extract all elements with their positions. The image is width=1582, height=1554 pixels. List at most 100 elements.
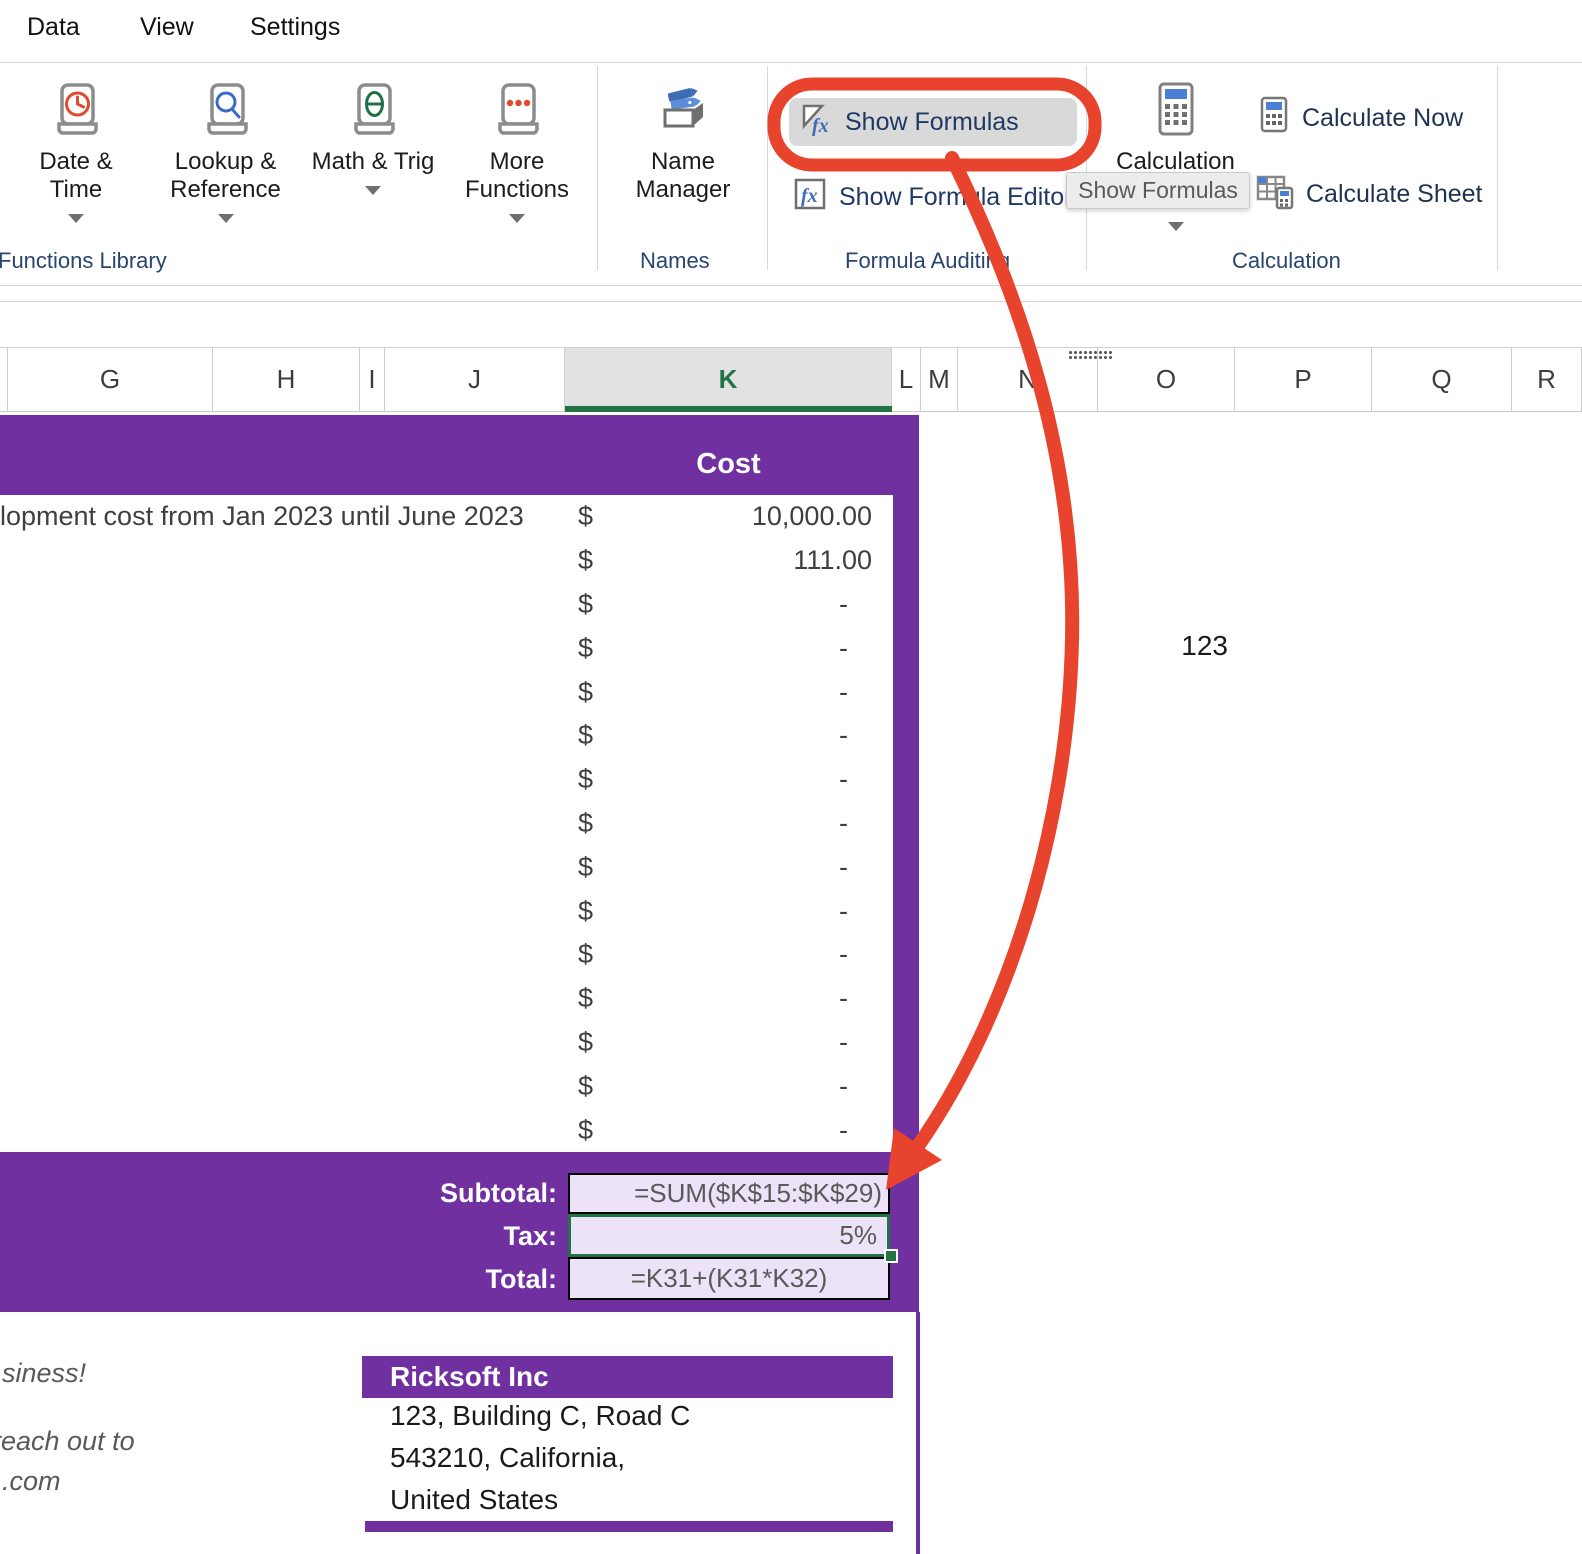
formula-editor-icon: fx [793, 177, 827, 218]
cost-table-row[interactable]: $- [0, 1021, 893, 1065]
show-formula-editor-label: Show Formula Editor [839, 183, 1072, 212]
tax-value-cell[interactable]: 5% [568, 1214, 890, 1257]
column-header-P[interactable]: P [1235, 348, 1372, 411]
column-header-O[interactable]: O [1098, 348, 1235, 411]
book-search-icon [203, 82, 249, 140]
group-label-functions-library: Functions Library [0, 248, 167, 274]
calculate-sheet-icon [1256, 172, 1294, 217]
cost-table-row[interactable]: $- [0, 670, 893, 714]
column-header-G[interactable]: G [8, 348, 213, 411]
contact-note: reach out to [0, 1426, 135, 1457]
cost-amount: - [600, 1064, 848, 1108]
cost-table-row[interactable]: $- [0, 714, 893, 758]
cost-table-row[interactable]: $- [0, 802, 893, 846]
show-formulas-tooltip: Show Formulas [1066, 172, 1250, 209]
cost-table-row[interactable]: $- [0, 845, 893, 889]
cost-amount: - [600, 714, 848, 758]
date-time-button[interactable]: Date &Time [11, 70, 141, 270]
cost-table-row[interactable]: $- [0, 933, 893, 977]
group-separator [597, 66, 598, 270]
cost-amount: 10,000.00 [600, 495, 872, 539]
cost-table-row[interactable]: $- [0, 583, 893, 627]
cost-table-row[interactable]: $- [0, 977, 893, 1021]
name-manager-icon [657, 82, 709, 140]
menu-data[interactable]: Data [27, 13, 80, 42]
lookup-reference-button[interactable]: Lookup &Reference [148, 70, 303, 270]
cost-amount: - [600, 889, 848, 933]
column-header-L[interactable]: L [892, 348, 921, 411]
currency-symbol: $ [578, 495, 593, 539]
cost-amount: - [600, 802, 848, 846]
cost-amount: 111.00 [600, 539, 872, 583]
column-header-Q[interactable]: Q [1372, 348, 1512, 411]
group-label-calculation: Calculation [1232, 248, 1341, 274]
group-label-names: Names [640, 248, 710, 274]
excel-window: Data View Settings Date &Time Lookup &Re… [0, 0, 1582, 1554]
cell-value-123[interactable]: 123 [1098, 630, 1228, 662]
item-description: lopment cost from Jan 2023 until June 20… [0, 495, 563, 539]
divider [0, 301, 1582, 302]
selection-fill-handle[interactable] [884, 1249, 898, 1263]
currency-symbol: $ [578, 583, 593, 627]
currency-symbol: $ [578, 977, 593, 1021]
footer-divider-bar [365, 1521, 893, 1532]
group-label-formula-auditing: Formula Auditing [845, 248, 1010, 274]
tax-label: Tax: [257, 1221, 557, 1252]
name-manager-button[interactable]: NameManager [613, 70, 753, 270]
chevron-down-icon [1168, 222, 1184, 231]
menu-view[interactable]: View [140, 13, 194, 42]
cost-table-row[interactable]: $- [0, 626, 893, 670]
show-formula-editor-button[interactable]: fx Show Formula Editor [793, 177, 1072, 218]
column-header-M[interactable]: M [921, 348, 958, 411]
total-formula-cell[interactable]: =K31+(K31*K32) [568, 1257, 890, 1300]
column-header-K[interactable]: K [565, 348, 892, 411]
company-address-line2: 543210, California, [390, 1442, 625, 1474]
calculate-now-button[interactable]: Calculate Now [1258, 96, 1463, 141]
company-name-banner: Ricksoft Inc [362, 1356, 893, 1398]
name-manager-label: NameManager [636, 148, 731, 204]
selected-column-underline [565, 406, 892, 412]
math-trig-label: Math & Trig [312, 148, 435, 176]
column-header-J[interactable]: J [385, 348, 565, 411]
cost-table-row[interactable]: $- [0, 1064, 893, 1108]
subtotal-label: Subtotal: [257, 1178, 557, 1209]
lookup-reference-label: Lookup &Reference [170, 148, 281, 204]
chevron-down-icon [218, 214, 234, 223]
calculate-sheet-button[interactable]: Calculate Sheet [1256, 172, 1483, 217]
cost-table-row[interactable]: $111.00 [0, 539, 893, 583]
calculate-now-label: Calculate Now [1302, 104, 1463, 133]
currency-symbol: $ [578, 714, 593, 758]
currency-symbol: $ [578, 802, 593, 846]
cost-table-row[interactable]: $- [0, 758, 893, 802]
cost-table-row[interactable]: $- [0, 1108, 893, 1152]
menu-settings[interactable]: Settings [250, 13, 340, 42]
chevron-down-icon [365, 186, 381, 195]
cost-amount: - [600, 583, 848, 627]
currency-symbol: $ [578, 845, 593, 889]
column-header-H[interactable]: H [213, 348, 360, 411]
annotation-arrow-line [918, 158, 1072, 1146]
currency-symbol: $ [578, 539, 593, 583]
cost-table-row[interactable]: lopment cost from Jan 2023 until June 20… [0, 495, 893, 539]
column-header-R[interactable]: R [1512, 348, 1582, 411]
cost-amount: - [600, 845, 848, 889]
column-header-edge[interactable] [0, 348, 8, 411]
calculate-now-icon [1258, 96, 1290, 141]
currency-symbol: $ [578, 1064, 593, 1108]
currency-symbol: $ [578, 626, 593, 670]
math-trig-button[interactable]: Math & Trig [295, 70, 451, 270]
cost-table-row[interactable]: $- [0, 889, 893, 933]
book-clock-icon [53, 82, 99, 140]
more-functions-button[interactable]: MoreFunctions [442, 70, 592, 270]
currency-symbol: $ [578, 1021, 593, 1065]
contact-email-note: .com [2, 1466, 61, 1497]
svg-text:fx: fx [801, 185, 818, 207]
cost-amount: - [600, 670, 848, 714]
column-header-I[interactable]: I [360, 348, 385, 411]
divider [0, 285, 1582, 286]
show-formulas-button[interactable]: fx Show Formulas [789, 98, 1077, 146]
calculation-options-button[interactable]: Calculation [1103, 70, 1248, 270]
calculator-icon [1153, 82, 1199, 140]
subtotal-formula-cell[interactable]: =SUM($K$15:$K$29) [568, 1173, 890, 1214]
date-time-label: Date &Time [39, 148, 112, 204]
